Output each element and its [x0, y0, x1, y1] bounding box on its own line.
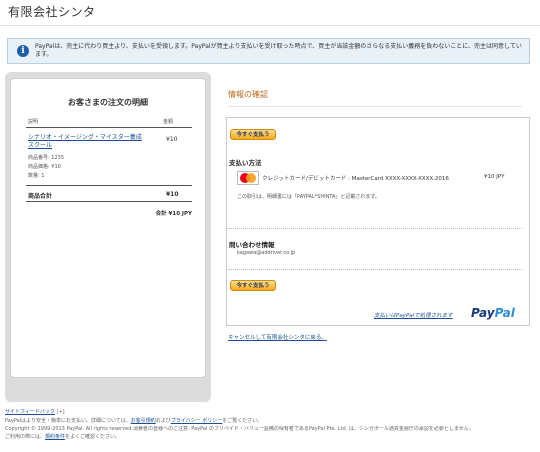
- cart-header-divider: [26, 127, 192, 128]
- cart-panel: [10, 78, 206, 378]
- item-name-link[interactable]: シナリオ・イメージング・マイスター養成スクール: [28, 134, 146, 150]
- mastercard-icon: [237, 171, 259, 185]
- item-quantity: 数量: 1: [28, 173, 45, 179]
- merchant-name: 有限会社シンタ: [8, 5, 96, 19]
- info-notice: i PayPalは、売主に代わり買主より、支払いを受領します。PayPalが買主…: [7, 38, 530, 64]
- item-price: 商品価格: ¥10: [28, 164, 61, 170]
- section-divider-2: [228, 269, 522, 270]
- paypal-logo: PayPal: [471, 306, 515, 320]
- footer-text-1a: PayPalはより安全・簡単にお支払い。詳細については、: [5, 418, 131, 424]
- footer-copyright: Copyright © 1999-2013 PayPal. All rights…: [5, 426, 474, 432]
- user-agreement-link[interactable]: お客引規約: [131, 418, 156, 424]
- subtotal-label: 商品合計: [28, 193, 53, 200]
- section-divider-1: [228, 228, 522, 229]
- card-amount: ¥10 JPY: [484, 174, 505, 180]
- card-details: クレジットカード/デビットカード : MasterCard XXXX-XXXX-…: [262, 176, 449, 182]
- cart-title: お客さまの注文の明細: [68, 98, 148, 107]
- contact-email: kagawa@addriver.co.jp: [237, 250, 296, 256]
- cancel-return-link[interactable]: キャンセルして有限会社シンタに戻る。: [228, 333, 327, 341]
- footer-line-3: ご利用の際には、規約条件をよくご確認ください。: [5, 434, 120, 441]
- terms-conditions-link[interactable]: 規約条件: [45, 434, 65, 440]
- subtotal-value: ¥10: [166, 191, 179, 198]
- pay-now-button-top[interactable]: 今すぐ支払う: [230, 129, 276, 140]
- processed-by-paypal-link[interactable]: 支払いはPayPalで処理されます: [374, 311, 453, 319]
- column-description: 説明: [28, 119, 39, 125]
- footer-text-1c: をご覧ください。: [222, 418, 263, 424]
- subtotal-divider-top: [26, 185, 192, 186]
- footer-text-3b: をよくご確認ください。: [65, 434, 121, 440]
- column-amount: 金額: [163, 119, 174, 125]
- header-divider: [0, 25, 540, 26]
- feedback-expand-icon[interactable]: [+]: [57, 409, 65, 415]
- footer-text-3a: ご利用の際には、: [5, 434, 46, 440]
- review-box: [226, 117, 530, 326]
- item-amount: ¥10: [166, 136, 178, 143]
- privacy-policy-link[interactable]: プライバシー ポリシー: [171, 418, 223, 424]
- order-total: 合計 ¥10 JPY: [155, 211, 192, 217]
- site-feedback-link[interactable]: サイトフィードバック: [5, 409, 55, 415]
- footer-line-1: PayPalはより安全・簡単にお支払い。詳細については、お客引規約およびプライバ…: [5, 418, 535, 425]
- payment-method-title: 支払い方法: [229, 159, 262, 167]
- subtotal-divider-bottom: [26, 201, 192, 202]
- contact-title: 問い合わせ情報: [229, 241, 275, 249]
- review-heading: 情報の確認: [228, 90, 268, 99]
- paypal-logo-pal: Pal: [494, 306, 515, 320]
- paypal-logo-pay: Pay: [471, 306, 495, 320]
- feedback-row: サイトフィードバック [+]: [5, 409, 65, 416]
- footer-text-1b: および: [155, 418, 171, 424]
- statement-note: この取引は、明細書には「PAYPAL*SHINTA」と記載されます。: [237, 194, 380, 200]
- item-product-number: 商品番号: 1235: [28, 155, 64, 161]
- pay-now-button-bottom[interactable]: 今すぐ支払う: [230, 280, 276, 291]
- notice-text: PayPalは、売主に代わり買主より、支払いを受領します。PayPalが買主より…: [35, 43, 522, 58]
- review-heading-divider: [228, 106, 522, 107]
- info-icon: i: [17, 45, 29, 57]
